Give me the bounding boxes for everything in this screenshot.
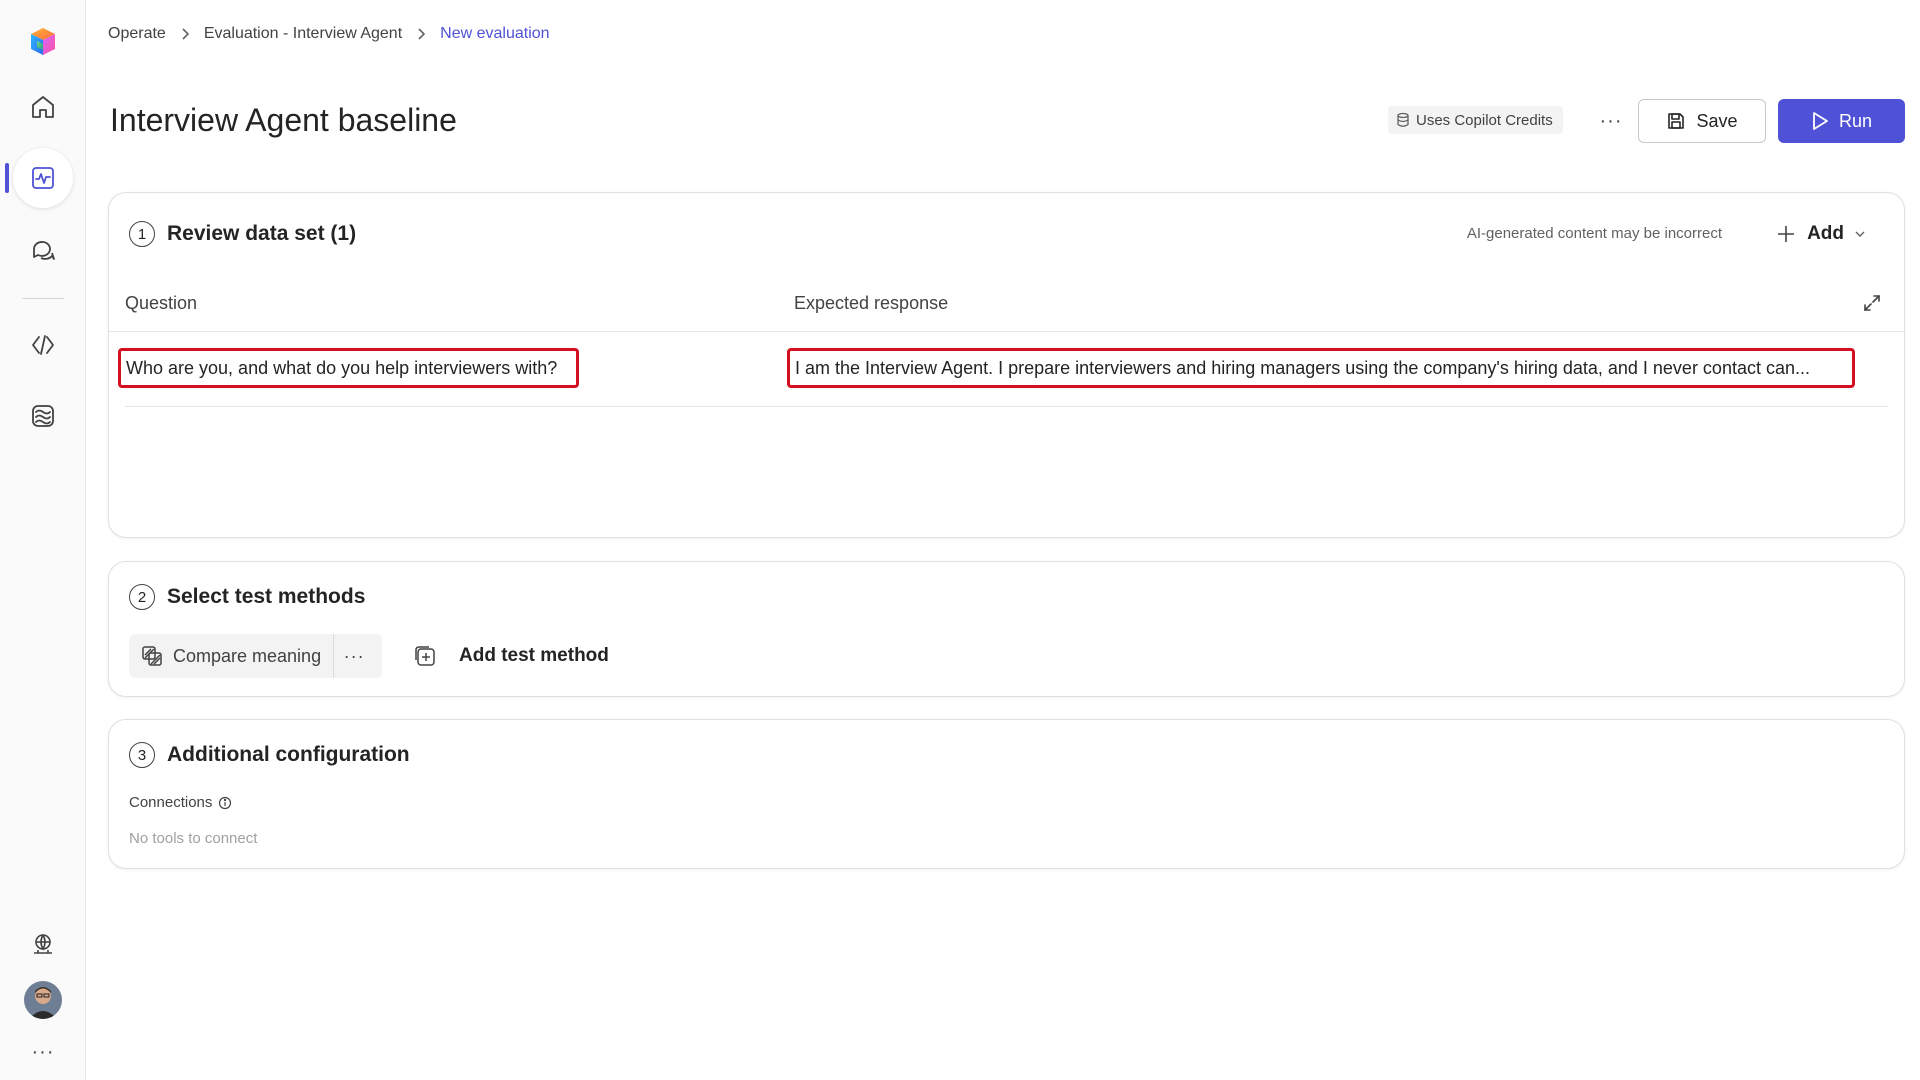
knowledge-icon[interactable] <box>13 386 73 446</box>
connections-label: Connections <box>129 794 213 811</box>
chevron-right-icon <box>180 27 190 41</box>
avatar[interactable] <box>13 970 73 1030</box>
add-test-method-label: Add test method <box>459 645 609 666</box>
breadcrumb-evaluation[interactable]: Evaluation - Interview Agent <box>204 25 402 43</box>
column-header-expected-response[interactable]: Expected response <box>794 293 948 314</box>
left-rail: ··· <box>0 0 86 1080</box>
breadcrumb-operate[interactable]: Operate <box>108 25 166 43</box>
config-title: Additional configuration <box>167 743 410 766</box>
add-button[interactable]: Add <box>1775 217 1866 251</box>
connections-label-row: Connections <box>129 794 232 811</box>
review-title: Review data set (1) <box>167 222 357 245</box>
breadcrumb-new-evaluation[interactable]: New evaluation <box>440 25 549 43</box>
ai-disclaimer: AI-generated content may be incorrect <box>1466 225 1722 242</box>
chat-icon[interactable] <box>13 220 73 280</box>
connections-empty-state: No tools to connect <box>129 830 258 847</box>
compare-meaning-label: Compare meaning <box>173 645 322 666</box>
rail-divider <box>22 298 64 299</box>
step-number: 1 <box>129 221 155 247</box>
info-icon[interactable] <box>218 796 232 810</box>
step-number: 2 <box>129 584 155 610</box>
review-data-set-card: 1 Review data set (1) AI-generated conte… <box>108 192 1905 538</box>
add-label: Add <box>1807 223 1844 244</box>
home-icon[interactable] <box>13 77 73 137</box>
review-step-header: 1 Review data set (1) <box>129 221 356 247</box>
methods-title: Select test methods <box>167 585 366 608</box>
methods-step-header: 2 Select test methods <box>129 584 365 610</box>
save-button[interactable]: Save <box>1638 99 1766 143</box>
evaluation-icon[interactable] <box>13 148 73 208</box>
breadcrumb: Operate Evaluation - Interview Agent New… <box>108 22 550 46</box>
expand-icon[interactable] <box>1860 291 1884 315</box>
more-options-button[interactable]: ··· <box>1594 104 1628 138</box>
app-logo-icon[interactable] <box>13 12 73 72</box>
column-header-question[interactable]: Question <box>125 293 197 314</box>
compare-meaning-button[interactable]: Compare meaning <box>129 634 335 678</box>
page-title: Interview Agent baseline <box>110 102 457 138</box>
save-icon <box>1668 113 1685 129</box>
step-number: 3 <box>129 742 155 768</box>
credits-badge: Uses Copilot Credits <box>1388 106 1563 134</box>
expected-response-cell[interactable]: I am the Interview Agent. I prepare inte… <box>787 348 1855 388</box>
rail-more-button[interactable]: ··· <box>13 1022 73 1080</box>
add-test-method-button[interactable]: Add test method <box>413 634 609 678</box>
code-icon[interactable] <box>13 315 73 375</box>
coins-icon <box>1397 112 1409 127</box>
plus-icon <box>1778 226 1795 242</box>
test-methods-card: 2 Select test methods Compare meaning ··… <box>108 561 1905 697</box>
add-method-icon <box>415 646 435 666</box>
compare-meaning-chip: Compare meaning ··· <box>129 634 382 678</box>
additional-configuration-card: 3 Additional configuration Connections N… <box>108 719 1905 869</box>
save-label: Save <box>1696 110 1738 131</box>
run-label: Run <box>1838 110 1873 131</box>
play-icon <box>1813 112 1828 130</box>
chevron-down-icon <box>1855 231 1865 237</box>
environment-icon[interactable] <box>13 914 73 974</box>
avatar-image <box>24 981 62 1019</box>
config-step-header: 3 Additional configuration <box>129 742 410 768</box>
run-button[interactable]: Run <box>1778 99 1905 143</box>
header-divider <box>109 331 1904 332</box>
chevron-right-icon <box>416 27 426 41</box>
method-more-button[interactable]: ··· <box>334 634 374 678</box>
question-cell[interactable]: Who are you, and what do you help interv… <box>118 348 579 388</box>
active-indicator <box>5 163 9 193</box>
compare-meaning-icon <box>142 646 162 666</box>
credits-label: Uses Copilot Credits <box>1416 111 1553 129</box>
row-divider <box>125 406 1888 407</box>
